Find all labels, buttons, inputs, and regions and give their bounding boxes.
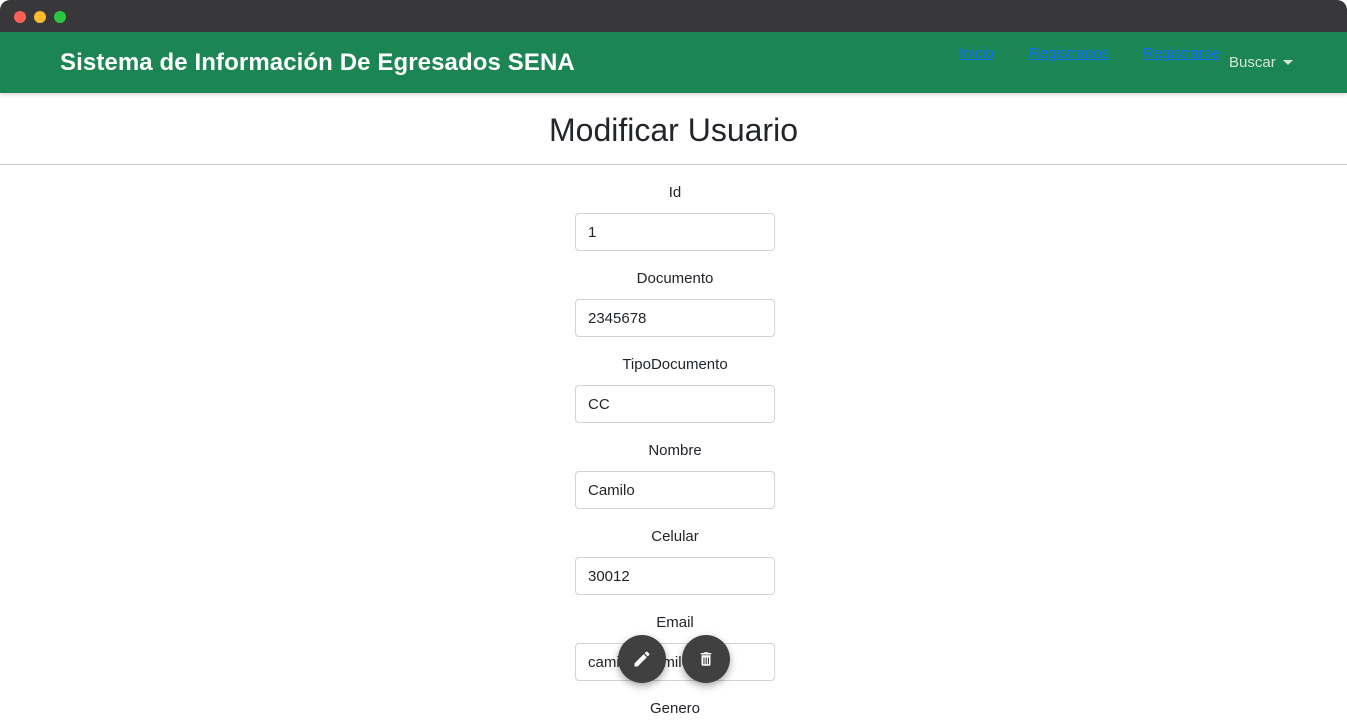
tipo-documento-label: TipoDocumento	[622, 356, 728, 373]
title-divider	[0, 164, 1347, 165]
nombre-input[interactable]	[575, 471, 775, 509]
celular-input[interactable]	[575, 557, 775, 595]
documento-input[interactable]	[575, 299, 775, 337]
buscar-dropdown-label: Buscar	[1229, 54, 1276, 71]
nav-link-inicio[interactable]: Inicio	[959, 45, 994, 62]
id-input[interactable]	[575, 213, 775, 251]
tipo-documento-input[interactable]	[575, 385, 775, 423]
page-title: Modificar Usuario	[549, 112, 798, 148]
minimize-window-button[interactable]	[34, 11, 46, 23]
celular-label: Celular	[651, 528, 699, 545]
email-input[interactable]	[575, 643, 775, 681]
genero-label: Genero	[649, 700, 701, 717]
nombre-label: Nombre	[648, 442, 702, 459]
caret-down-icon	[1282, 60, 1293, 65]
pencil-icon	[634, 651, 650, 667]
edit-button[interactable]	[618, 635, 666, 683]
documento-label: Documento	[636, 270, 714, 287]
delete-button[interactable]	[682, 635, 730, 683]
window-titlebar	[0, 0, 1347, 32]
id-label: Id	[668, 184, 682, 201]
nav-link-registrados[interactable]: Registrados	[1029, 45, 1109, 62]
navbar-brand[interactable]: Sistema de Información De Egresados SENA	[60, 49, 575, 77]
maximize-window-button[interactable]	[54, 11, 66, 23]
buscar-dropdown[interactable]: Buscar	[1229, 54, 1293, 71]
email-label: Email	[656, 614, 694, 631]
trash-icon	[700, 652, 712, 666]
nav-link-registrarse[interactable]: Registrarse	[1143, 45, 1220, 62]
navbar: Sistema de Información De Egresados SENA…	[0, 32, 1347, 93]
close-window-button[interactable]	[14, 11, 26, 23]
